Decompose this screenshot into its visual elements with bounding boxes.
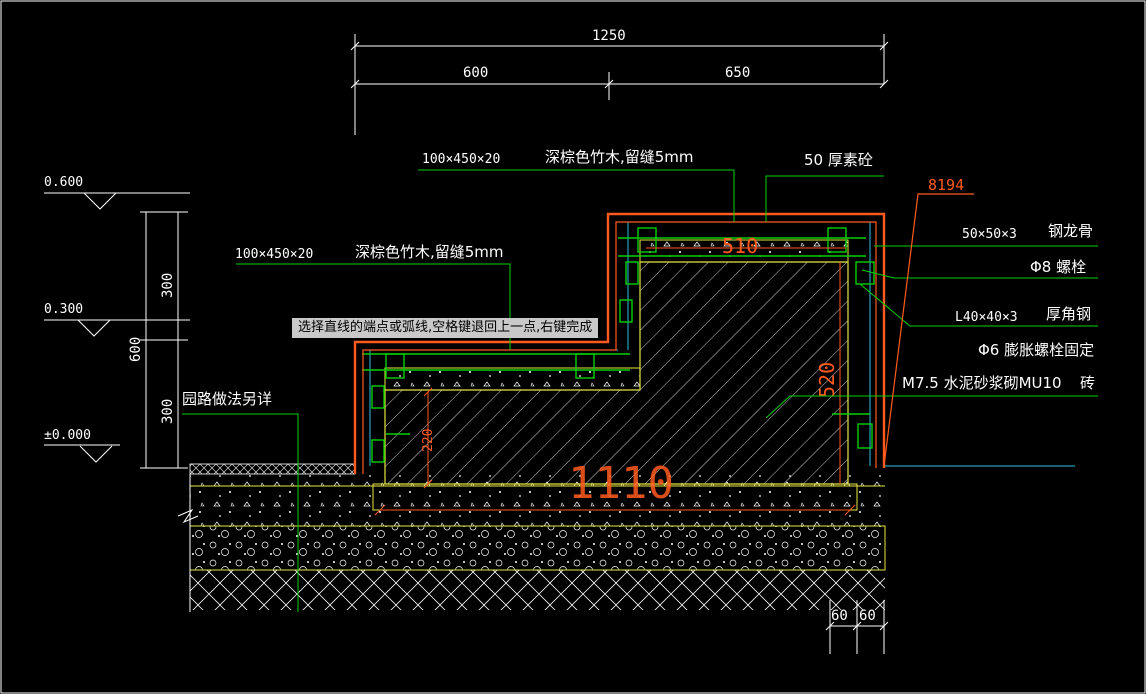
concrete-label: 50 厚素砼 bbox=[804, 151, 873, 169]
command-prompt-tooltip: 选择直线的端点或弧线,空格键退回上一点,右键完成 bbox=[292, 318, 599, 338]
dim-h-lower: 300 bbox=[160, 399, 176, 424]
angle-size-label: L40×40×3 bbox=[955, 310, 1018, 325]
top-dimensions bbox=[350, 34, 889, 135]
dim-220: 220 bbox=[421, 429, 436, 452]
keel-size-label: 50×50×3 bbox=[962, 227, 1017, 242]
level-0000: ±0.000 bbox=[44, 428, 91, 443]
bolt-label: Φ8 螺栓 bbox=[1030, 258, 1086, 276]
dim-bottom-b: 60 bbox=[859, 608, 876, 624]
road-label: 园路做法另详 bbox=[182, 390, 272, 408]
top-size-label: 100×450×20 bbox=[422, 152, 500, 167]
expansion-label: Φ6 膨胀螺栓固定 bbox=[978, 341, 1094, 359]
dim-right: 650 bbox=[725, 65, 750, 81]
dim-1110: 1110 bbox=[568, 458, 674, 509]
dim-total: 1250 bbox=[592, 28, 626, 44]
level-marks bbox=[44, 192, 190, 469]
leader-8194 bbox=[883, 193, 974, 467]
dim-520: 520 bbox=[815, 362, 839, 398]
dim-510: 510 bbox=[722, 234, 758, 258]
tag-8194: 8194 bbox=[928, 176, 964, 194]
top-material-label: 深棕色竹木,留缝5mm bbox=[545, 148, 694, 166]
masonry-label-b: 砖 bbox=[1080, 374, 1095, 392]
keel-name-label: 钢龙骨 bbox=[1048, 222, 1093, 240]
dim-left: 600 bbox=[463, 65, 488, 81]
mid-material-label: 深棕色竹木,留缝5mm bbox=[355, 243, 504, 261]
dim-bottom-a: 60 bbox=[831, 608, 848, 624]
dim-h-total: 600 bbox=[128, 337, 144, 362]
masonry-label: M7.5 水泥砂浆砌MU10 bbox=[902, 374, 1062, 392]
mid-size-label: 100×450×20 bbox=[235, 247, 313, 262]
angle-name-label: 厚角钢 bbox=[1046, 305, 1091, 323]
cad-drawing-canvas[interactable]: 1250 600 650 0.600 0.300 ±0.000 300 600 … bbox=[0, 0, 1146, 694]
level-0300: 0.300 bbox=[44, 302, 83, 317]
dim-h-upper: 300 bbox=[160, 273, 176, 298]
level-0600: 0.600 bbox=[44, 175, 83, 190]
